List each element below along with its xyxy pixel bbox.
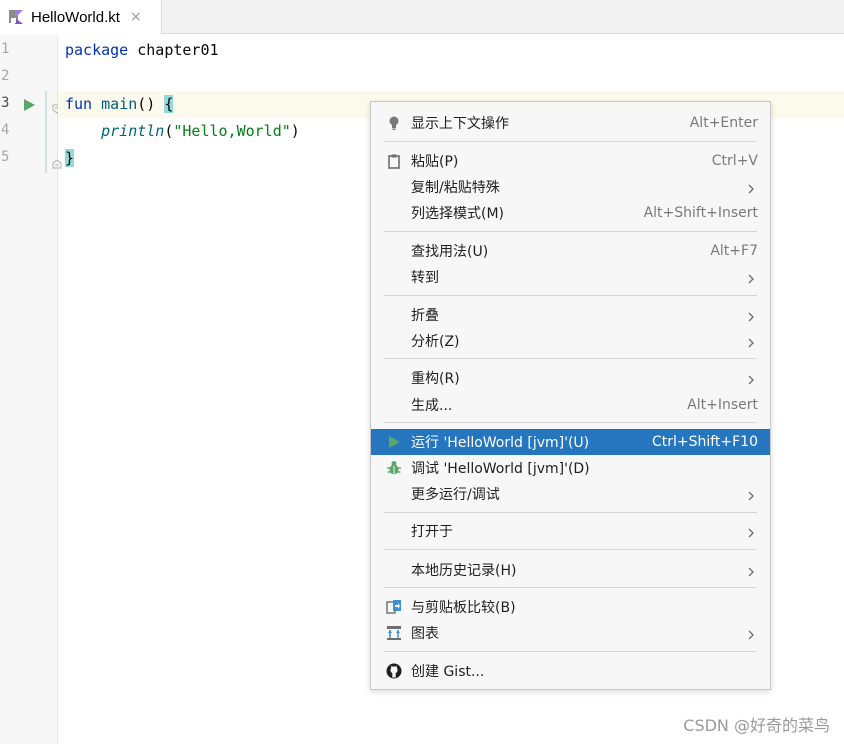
code-line-5[interactable]: } [65,145,75,172]
brace-match: { [164,95,174,113]
menu-separator [384,422,757,423]
menu-item-diagrams[interactable]: 图表 [371,620,770,646]
menu-separator [384,512,757,513]
editor-tab-bar: HelloWorld.kt × [0,0,844,34]
menu-item-show-context-actions[interactable]: 显示上下文操作 Alt+Enter [371,110,770,136]
menu-separator [384,358,757,359]
menu-item-label: 列选择模式(M) [411,206,505,222]
paren-close: ) [290,122,300,140]
menu-item-label: 转到 [411,270,439,286]
menu-item-paste[interactable]: 粘贴(P) Ctrl+V [371,148,770,174]
diagram-icon [386,625,402,641]
menu-separator [384,651,757,652]
menu-item-shortcut: Alt+Shift+Insert [643,205,758,221]
clipboard-icon [386,153,402,169]
keyword: package [65,41,129,59]
run-icon [386,434,402,450]
menu-item-compare-clipboard[interactable]: 与剪贴板比较(B) [371,594,770,620]
menu-separator [384,295,757,296]
code-line-1[interactable]: package chapter01 [65,37,219,64]
package-name: chapter01 [128,41,219,59]
menu-item-label: 更多运行/调试 [411,487,500,503]
menu-item-debug[interactable]: 调试 'HelloWorld [jvm]'(D) [371,455,770,481]
menu-item-local-history[interactable]: 本地历史记录(H) [371,557,770,583]
menu-item-more-run-debug[interactable]: 更多运行/调试 [371,481,770,507]
menu-item-shortcut: Alt+Insert [687,397,758,413]
tab-title: HelloWorld.kt [31,8,120,26]
tab-helloworld[interactable]: HelloWorld.kt × [0,0,162,34]
fold-guide [45,91,47,173]
chevron-right-icon [746,182,756,194]
menu-item-create-gist[interactable]: 创建 Gist... [371,658,770,684]
line-number: 5 [1,149,10,165]
chevron-right-icon [746,373,756,385]
menu-item-column-selection[interactable]: 列选择模式(M) Alt+Shift+Insert [371,200,770,226]
menu-item-label: 生成... [411,398,453,414]
run-gutter-icon[interactable] [22,97,36,111]
menu-item-paste-special[interactable]: 复制/粘贴特殊 [371,174,770,200]
github-icon [386,663,402,679]
lightbulb-icon [386,115,402,131]
menu-item-shortcut: Alt+Enter [689,115,758,131]
menu-item-label: 分析(Z) [411,334,460,350]
chevron-right-icon [746,565,756,577]
chevron-right-icon [746,272,756,284]
editor-context-menu: 显示上下文操作 Alt+Enter 粘贴(P) Ctrl+V 复制/粘贴特殊 列… [370,101,771,690]
menu-item-label: 与剪贴板比较(B) [411,600,516,616]
chevron-right-icon [746,489,756,501]
menu-item-label: 复制/粘贴特殊 [411,180,500,196]
watermark: CSDN @好奇的菜鸟 [683,716,830,735]
menu-item-generate[interactable]: 生成... Alt+Insert [371,392,770,418]
menu-separator [384,587,757,588]
function-name: main [101,95,138,113]
menu-item-label: 调试 'HelloWorld [jvm]'(D) [411,461,590,477]
params: () [137,95,165,113]
menu-item-shortcut: Alt+F7 [710,243,758,259]
chevron-right-icon [746,526,756,538]
function-call: println [101,122,165,140]
debug-bug-icon [386,460,402,476]
code-line-4[interactable]: println("Hello,World") [65,118,300,145]
menu-item-label: 查找用法(U) [411,244,489,260]
menu-item-label: 运行 'HelloWorld [jvm]'(U) [411,435,590,451]
menu-separator [384,231,757,232]
menu-item-open-in[interactable]: 打开于 [371,518,770,544]
menu-item-label: 显示上下文操作 [411,116,509,132]
code-line-3[interactable]: fun main() { [65,91,174,118]
line-number: 1 [1,41,10,57]
menu-item-goto[interactable]: 转到 [371,264,770,290]
menu-item-folding[interactable]: 折叠 [371,302,770,328]
line-gutter: 1 2 3 4 5 [0,35,58,744]
line-number: 2 [1,68,10,84]
line-number: 3 [1,95,10,111]
menu-item-label: 本地历史记录(H) [411,563,517,579]
menu-item-run[interactable]: 运行 'HelloWorld [jvm]'(U) Ctrl+Shift+F10 [371,429,770,455]
menu-item-shortcut: Ctrl+V [711,153,758,169]
line-number: 4 [1,122,10,138]
menu-item-shortcut: Ctrl+Shift+F10 [651,434,758,450]
menu-item-label: 创建 Gist... [411,664,485,680]
menu-separator [384,549,757,550]
menu-item-label: 粘贴(P) [411,154,459,170]
chevron-right-icon [746,628,756,640]
chevron-right-icon [746,310,756,322]
kotlin-file-icon [8,9,24,25]
chevron-right-icon [746,336,756,348]
menu-item-find-usages[interactable]: 查找用法(U) Alt+F7 [371,238,770,264]
menu-separator [384,141,757,142]
compare-icon [386,599,402,615]
menu-item-label: 重构(R) [411,371,460,387]
menu-item-refactor[interactable]: 重构(R) [371,365,770,391]
menu-item-label: 打开于 [411,524,453,540]
menu-item-analyze[interactable]: 分析(Z) [371,328,770,354]
keyword: fun [65,95,93,113]
close-icon[interactable]: × [130,9,142,25]
menu-item-label: 图表 [411,626,439,642]
string-literal: "Hello,World" [173,122,291,140]
menu-item-label: 折叠 [411,308,439,324]
brace-match: } [65,149,75,167]
